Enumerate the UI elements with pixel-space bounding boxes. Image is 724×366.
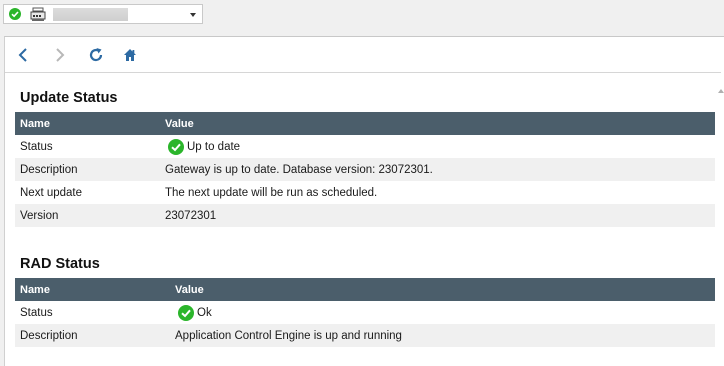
column-header-value: Value — [170, 278, 715, 301]
update-status-table: Name Value Status Up to date Description… — [15, 112, 715, 227]
chevron-left-icon[interactable] — [15, 46, 33, 64]
update-status-title: Update Status — [20, 90, 118, 106]
table-row: Description Gateway is up to date. Datab… — [15, 158, 715, 181]
table-header-row: Name Value — [15, 112, 715, 135]
row-name: Description — [15, 158, 160, 181]
navigation-toolbar — [5, 37, 721, 73]
column-header-name: Name — [15, 278, 170, 301]
home-icon[interactable] — [121, 46, 139, 64]
chevron-right-icon[interactable] — [50, 46, 68, 64]
row-name: Status — [20, 140, 53, 153]
check-circle-icon — [168, 138, 184, 155]
row-name: Description — [15, 324, 170, 347]
gateway-bar — [0, 0, 724, 30]
rad-status-table: Name Value Status Ok Description Applica… — [15, 278, 715, 347]
status-text: Up to date — [187, 140, 241, 153]
row-name: Next update — [20, 186, 83, 199]
scroll-up-arrow[interactable] — [718, 89, 724, 93]
status-panel: Update Status Name Value Status Up to da… — [4, 36, 724, 366]
rad-status-title: RAD Status — [20, 256, 100, 272]
column-header-name: Name — [15, 112, 160, 135]
gateway-name — [53, 8, 128, 21]
caret-down-icon[interactable] — [190, 13, 196, 17]
table-row: Next update The next update will be run … — [15, 181, 715, 204]
row-value: Gateway is up to date. Database version:… — [160, 158, 715, 181]
row-name: Version — [15, 204, 160, 227]
row-value: The next update will be run as scheduled… — [165, 186, 378, 199]
column-header-value: Value — [160, 112, 715, 135]
status-value: Ok — [175, 304, 715, 321]
status-value: Up to date — [165, 138, 715, 155]
row-value: Application Control Engine is up and run… — [170, 324, 715, 347]
refresh-icon[interactable] — [87, 46, 105, 64]
gateway-selector[interactable] — [3, 4, 203, 24]
table-row: Status Up to date — [15, 135, 715, 158]
check-circle-icon — [9, 8, 21, 20]
row-value: 23072301 — [160, 204, 715, 227]
table-header-row: Name Value — [15, 278, 715, 301]
check-circle-icon — [178, 304, 194, 321]
row-name: Status — [20, 306, 53, 319]
table-row: Description Application Control Engine i… — [15, 324, 715, 347]
table-row: Version 23072301 — [15, 204, 715, 227]
gateway-device-icon — [30, 7, 46, 21]
status-text: Ok — [197, 306, 212, 319]
table-row: Status Ok — [15, 301, 715, 324]
